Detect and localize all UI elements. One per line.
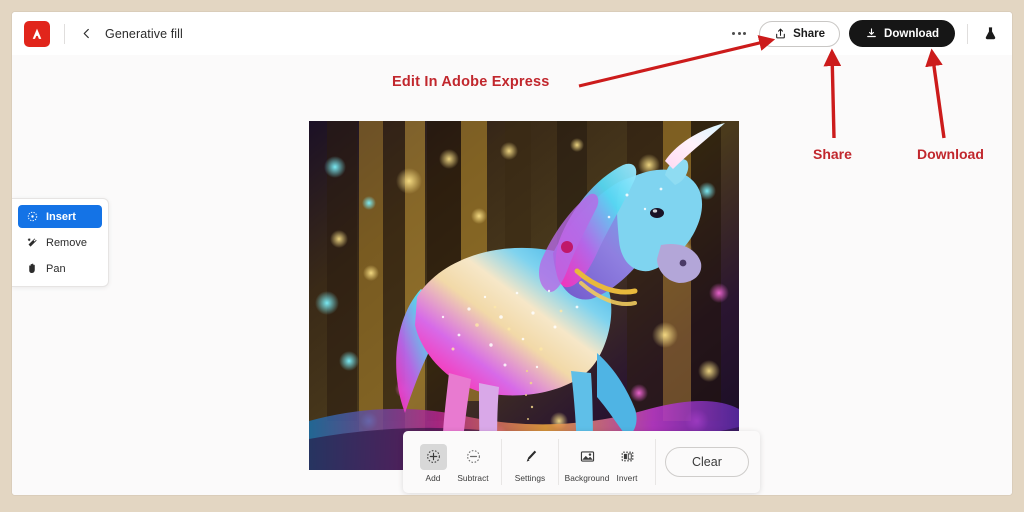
tool-panel: Insert Remove Pan [12, 198, 109, 287]
app-header: Generative fill Share Download [12, 12, 1012, 56]
selection-mode-group: Add Subtract [414, 442, 492, 483]
header-divider-left [64, 23, 65, 44]
more-dot [742, 32, 746, 35]
download-button[interactable]: Download [849, 20, 955, 47]
generated-image[interactable] [309, 121, 739, 470]
adobe-a-glyph [32, 28, 42, 39]
toolbar-separator [558, 439, 559, 485]
clear-button[interactable]: Clear [665, 447, 749, 477]
selection-toolbar: Add Subtract Settings Background Invert … [403, 431, 760, 493]
adobe-logo[interactable] [24, 20, 50, 47]
lasso-select-icon [25, 210, 39, 224]
download-icon [867, 28, 876, 38]
magic-wand-icon [25, 236, 39, 250]
tool-item-pan[interactable]: Pan [18, 257, 102, 280]
more-dot [737, 32, 741, 35]
toolbar-item-invert[interactable]: Invert [608, 442, 646, 483]
editor-canvas: Insert Remove Pan Add Subtract Settings … [12, 55, 1012, 495]
toolbar-separator [655, 439, 656, 485]
share-upload-icon [776, 28, 785, 39]
brush-icon [517, 444, 544, 470]
hand-icon [25, 262, 39, 276]
header-actions: Share Download [726, 20, 1012, 47]
unicorn-artwork [309, 121, 739, 470]
tool-item-label: Pan [46, 262, 66, 275]
toolbar-item-label: Subtract [457, 472, 489, 483]
toolbar-item-background[interactable]: Background [565, 442, 609, 483]
brush-group: Settings [511, 442, 549, 483]
page-backdrop: Generative fill Share Download Insert Re… [0, 0, 1024, 512]
tool-item-label: Remove [46, 236, 87, 249]
header-divider-right [967, 23, 968, 44]
experimental-features-button[interactable] [978, 22, 1002, 46]
tool-item-label: Insert [46, 210, 76, 223]
mask-group: Background Invert [565, 442, 646, 483]
adobe-firefly-app-window: Generative fill Share Download Insert Re… [12, 12, 1012, 495]
tool-item-insert[interactable]: Insert [18, 205, 102, 228]
download-button-label: Download [884, 27, 939, 40]
toolbar-item-label: Add [425, 472, 441, 483]
toolbar-separator [501, 439, 502, 485]
page-title: Generative fill [105, 26, 183, 41]
share-button[interactable]: Share [759, 20, 841, 47]
add-selection-icon [419, 443, 447, 470]
chevron-left-icon [83, 28, 89, 39]
toolbar-item-settings[interactable]: Settings [511, 442, 549, 483]
flask-icon [985, 27, 995, 40]
more-options-button[interactable] [726, 21, 752, 47]
toolbar-item-add[interactable]: Add [414, 442, 452, 483]
more-dot [732, 32, 736, 35]
toolbar-item-label: Invert [616, 472, 638, 483]
toolbar-item-label: Settings [514, 472, 546, 483]
subtract-selection-icon [460, 444, 487, 470]
share-button-label: Share [793, 27, 826, 40]
toolbar-item-label: Background [564, 472, 610, 483]
toolbar-item-subtract[interactable]: Subtract [454, 442, 492, 483]
back-button[interactable] [78, 26, 94, 42]
invert-selection-icon [614, 444, 641, 470]
tool-item-remove[interactable]: Remove [18, 231, 102, 254]
background-image-icon [574, 444, 601, 470]
